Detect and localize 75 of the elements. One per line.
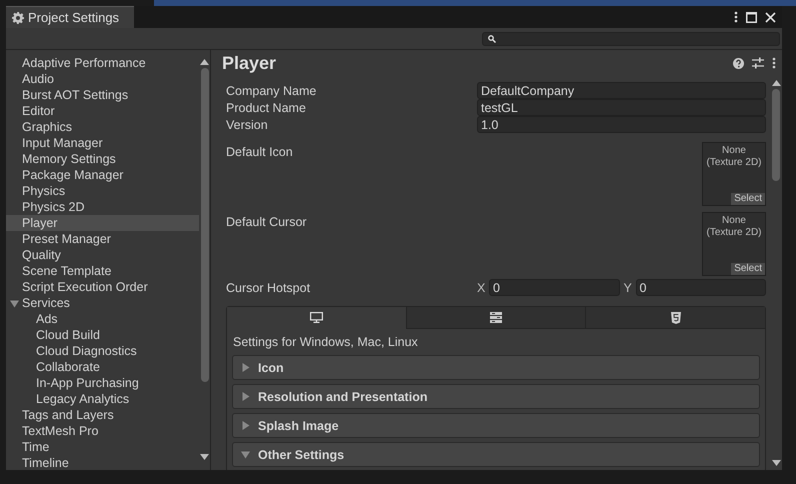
sidebar-item[interactable]: Editor xyxy=(6,103,199,119)
foldout-header[interactable]: Icon xyxy=(232,355,760,380)
foldout-header[interactable]: Resolution and Presentation xyxy=(232,384,760,409)
more-icon[interactable] xyxy=(734,11,738,23)
sidebar-item[interactable]: Time xyxy=(6,439,199,455)
platform-heading: Settings for Windows, Mac, Linux xyxy=(233,335,418,349)
html5-icon xyxy=(670,312,681,324)
field-label: Product Name xyxy=(226,100,307,114)
sliders-icon[interactable] xyxy=(752,57,764,69)
sidebar-item[interactable]: Timeline xyxy=(6,455,199,471)
axis-label: X xyxy=(477,280,485,294)
sidebar-item[interactable]: Package Manager xyxy=(6,167,199,183)
search-field[interactable] xyxy=(482,32,780,46)
text-field[interactable]: testGL xyxy=(477,99,766,116)
platform-tab[interactable] xyxy=(585,307,766,329)
sidebar-item[interactable]: Burst AOT Settings xyxy=(6,87,199,103)
sidebar-item[interactable]: Player xyxy=(6,215,199,231)
caret-icon[interactable] xyxy=(241,421,250,430)
sidebar-item[interactable]: Quality xyxy=(6,247,199,263)
sidebar-item[interactable]: Services xyxy=(6,295,199,311)
field-label: Version xyxy=(226,118,269,132)
text-field[interactable]: 1.0 xyxy=(477,116,766,133)
sidebar-item[interactable]: Physics 2D xyxy=(6,199,199,215)
server-icon xyxy=(490,312,502,323)
sidebar-item[interactable]: TextMesh Pro xyxy=(6,423,199,439)
sidebar-item[interactable]: Preset Manager xyxy=(6,231,199,247)
scrollbar-thumb[interactable] xyxy=(200,68,208,382)
help-icon[interactable] xyxy=(733,58,744,68)
sidebar-item[interactable]: Legacy Analytics xyxy=(6,391,199,407)
sidebar-item[interactable]: Cloud Diagnostics xyxy=(6,343,199,359)
text-field[interactable]: DefaultCompany xyxy=(477,82,766,99)
caret-icon[interactable] xyxy=(10,299,19,308)
monitor-icon xyxy=(310,312,323,323)
caret-icon[interactable] xyxy=(241,363,250,372)
window-tab[interactable]: Project Settings xyxy=(6,6,134,28)
select-button[interactable]: Select xyxy=(731,263,765,275)
field-label: Cursor Hotspot xyxy=(226,280,312,294)
scroll-down-icon[interactable] xyxy=(772,460,780,466)
scroll-down-icon[interactable] xyxy=(200,454,209,460)
field-label: Company Name xyxy=(226,84,318,98)
sidebar-item[interactable]: In-App Purchasing xyxy=(6,375,199,391)
foldout-header[interactable]: Other Settings xyxy=(232,442,760,467)
maximize-icon[interactable] xyxy=(746,12,757,22)
number-field[interactable]: 0 xyxy=(636,279,766,296)
scroll-up-icon[interactable] xyxy=(200,59,209,65)
sidebar-item[interactable]: Graphics xyxy=(6,119,199,135)
close-icon[interactable] xyxy=(765,12,776,22)
sidebar-item[interactable]: Adaptive Performance xyxy=(6,55,199,71)
field-label: Default Icon xyxy=(226,145,294,159)
sidebar-item[interactable]: Input Manager xyxy=(6,135,199,151)
sidebar-item[interactable]: Scene Template xyxy=(6,263,199,279)
sidebar-item[interactable]: Audio xyxy=(6,71,199,87)
caret-icon[interactable] xyxy=(241,450,250,459)
texture-slot[interactable]: None (Texture 2D) Select xyxy=(702,142,766,206)
panel-title: Player xyxy=(222,52,276,74)
axis-label: Y xyxy=(624,280,632,294)
sidebar-item[interactable]: Script Execution Order xyxy=(6,279,199,295)
select-button[interactable]: Select xyxy=(731,193,765,205)
caret-icon[interactable] xyxy=(241,392,250,401)
sidebar-item[interactable]: Physics xyxy=(6,183,199,199)
scrollbar-thumb[interactable] xyxy=(772,89,780,181)
texture-slot[interactable]: None (Texture 2D) Select xyxy=(702,212,766,276)
sidebar-item[interactable]: Cloud Build xyxy=(6,327,199,343)
scroll-up-icon[interactable] xyxy=(772,80,780,86)
platform-tab[interactable] xyxy=(406,307,586,329)
settings-icon xyxy=(12,12,24,24)
sidebar-item[interactable]: Tags and Layers xyxy=(6,407,199,423)
sidebar-item[interactable]: Collaborate xyxy=(6,359,199,375)
search-icon xyxy=(488,34,496,42)
more-icon[interactable] xyxy=(772,57,776,69)
foldout-header[interactable]: Splash Image xyxy=(232,413,760,438)
sidebar-item[interactable]: Memory Settings xyxy=(6,151,199,167)
sidebar-item[interactable]: Ads xyxy=(6,311,199,327)
field-label: Default Cursor xyxy=(226,215,308,229)
number-field[interactable]: 0 xyxy=(489,279,620,296)
